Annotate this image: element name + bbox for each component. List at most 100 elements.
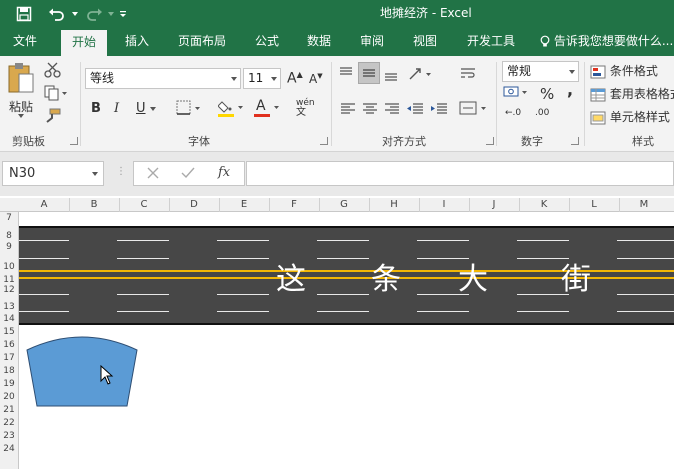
formula-bar-grip-icon[interactable]: ⋮ xyxy=(116,166,126,177)
row-header[interactable]: 18 xyxy=(0,366,18,376)
tab-developer[interactable]: 开发工具 xyxy=(456,27,526,56)
paste-button[interactable]: 粘贴 xyxy=(6,62,40,122)
column-header[interactable]: M xyxy=(619,199,669,210)
cancel-icon[interactable] xyxy=(146,166,160,180)
tab-file[interactable]: 文件 xyxy=(0,27,50,56)
row-header[interactable]: 16 xyxy=(0,340,18,350)
borders-button[interactable] xyxy=(176,100,202,116)
italic-button[interactable]: I xyxy=(114,101,119,116)
tell-me-box[interactable]: 告诉我您想要做什么... xyxy=(540,27,674,56)
increase-decimal-button[interactable]: ←.0 xyxy=(505,108,521,118)
phonetic-button[interactable]: wén 文 xyxy=(296,99,315,118)
column-header[interactable]: H xyxy=(369,199,419,210)
tab-data[interactable]: 数据 xyxy=(298,27,340,56)
tab-insert[interactable]: 插入 xyxy=(116,27,158,56)
name-box[interactable]: N30 xyxy=(2,161,104,186)
column-header[interactable]: I xyxy=(419,199,469,210)
row-header[interactable]: 7 xyxy=(0,213,18,223)
trapezoid-shape[interactable] xyxy=(25,334,141,410)
tab-home[interactable]: 开始 xyxy=(61,30,107,56)
clipboard-launcher-icon[interactable] xyxy=(70,137,78,145)
tab-review[interactable]: 审阅 xyxy=(351,27,393,56)
row-header[interactable]: 10 xyxy=(0,262,18,272)
column-header[interactable]: D xyxy=(169,199,219,210)
number-format-value: 常规 xyxy=(507,64,532,78)
column-header[interactable]: K xyxy=(519,199,569,210)
column-header[interactable]: B xyxy=(69,199,119,210)
tab-formulas[interactable]: 公式 xyxy=(246,27,288,56)
paste-dropdown-icon[interactable] xyxy=(18,114,24,118)
undo-icon[interactable] xyxy=(44,0,70,27)
insert-function-button[interactable]: fx xyxy=(218,165,230,180)
alignment-launcher-icon[interactable] xyxy=(486,137,494,145)
font-launcher-icon[interactable] xyxy=(320,137,328,145)
number-launcher-icon[interactable] xyxy=(571,137,579,145)
percent-button[interactable]: % xyxy=(540,85,554,103)
enter-checkmark-icon[interactable] xyxy=(181,166,195,180)
align-middle-button[interactable] xyxy=(358,62,380,84)
orientation-button[interactable] xyxy=(407,66,435,82)
copy-button[interactable] xyxy=(44,85,68,101)
underline-button[interactable]: U xyxy=(136,101,146,116)
column-header[interactable]: A xyxy=(19,199,69,210)
increase-indent-button[interactable] xyxy=(430,102,448,116)
align-left-button[interactable] xyxy=(340,102,356,116)
customize-qat-icon[interactable] xyxy=(116,0,130,27)
row-header[interactable]: 14 xyxy=(0,314,18,324)
save-icon[interactable] xyxy=(12,0,36,27)
number-format-dropdown[interactable]: 常规 xyxy=(502,61,579,82)
wrap-text-button[interactable] xyxy=(459,66,477,82)
row-header[interactable]: 24 xyxy=(0,444,18,454)
format-painter-button[interactable] xyxy=(44,108,62,124)
lane-marking xyxy=(317,311,369,312)
align-right-button[interactable] xyxy=(384,102,400,116)
row-header[interactable]: 13 xyxy=(0,302,18,312)
redo-icon[interactable] xyxy=(82,0,106,27)
row-header[interactable]: 19 xyxy=(0,379,18,389)
font-size-dropdown[interactable]: 11 xyxy=(243,68,281,89)
row-header[interactable]: 8 xyxy=(0,231,18,241)
undo-dropdown-icon[interactable] xyxy=(70,0,80,27)
font-color-button[interactable]: A xyxy=(254,98,282,118)
column-divider xyxy=(469,198,470,212)
row-header[interactable]: 15 xyxy=(0,327,18,337)
column-header[interactable]: G xyxy=(319,199,369,210)
tab-view[interactable]: 视图 xyxy=(404,27,446,56)
conditional-formatting-button[interactable]: 条件格式 xyxy=(590,62,658,79)
group-divider xyxy=(80,62,81,146)
row-header[interactable]: 22 xyxy=(0,418,18,428)
column-header[interactable]: E xyxy=(219,199,269,210)
shrink-font-button[interactable]: A▼ xyxy=(309,72,323,86)
row-header[interactable]: 23 xyxy=(0,431,18,441)
align-bottom-button[interactable] xyxy=(383,68,399,82)
align-top-button[interactable] xyxy=(338,66,354,80)
column-header[interactable]: C xyxy=(119,199,169,210)
align-center-button[interactable] xyxy=(362,102,378,116)
cut-button[interactable] xyxy=(44,62,62,78)
comma-button[interactable]: , xyxy=(567,80,573,99)
row-header[interactable]: 11 xyxy=(0,275,18,285)
cell-styles-button[interactable]: 单元格样式 xyxy=(590,108,670,125)
merge-center-button[interactable] xyxy=(459,100,489,116)
underline-dropdown-icon[interactable] xyxy=(150,107,156,111)
name-box-value: N30 xyxy=(9,166,36,181)
row-header[interactable]: 20 xyxy=(0,392,18,402)
format-as-table-button[interactable]: 套用表格格式 xyxy=(590,85,674,102)
column-header[interactable]: L xyxy=(569,199,619,210)
row-header[interactable]: 9 xyxy=(0,242,18,252)
redo-dropdown-icon[interactable] xyxy=(106,0,116,27)
row-header[interactable]: 17 xyxy=(0,353,18,363)
grow-font-button[interactable]: A▲ xyxy=(287,70,303,87)
decrease-decimal-button[interactable]: .00 xyxy=(535,108,549,118)
row-header[interactable]: 21 xyxy=(0,405,18,415)
row-header[interactable]: 12 xyxy=(0,285,18,295)
tab-page-layout[interactable]: 页面布局 xyxy=(170,27,234,56)
accounting-format-button[interactable] xyxy=(503,84,529,102)
fill-color-button[interactable] xyxy=(218,98,246,118)
formula-input[interactable] xyxy=(246,161,674,186)
font-name-dropdown[interactable]: 等线 xyxy=(85,68,241,89)
decrease-indent-button[interactable] xyxy=(406,102,424,116)
bold-button[interactable]: B xyxy=(91,101,101,116)
column-header[interactable]: J xyxy=(469,199,519,210)
column-header[interactable]: F xyxy=(269,199,319,210)
